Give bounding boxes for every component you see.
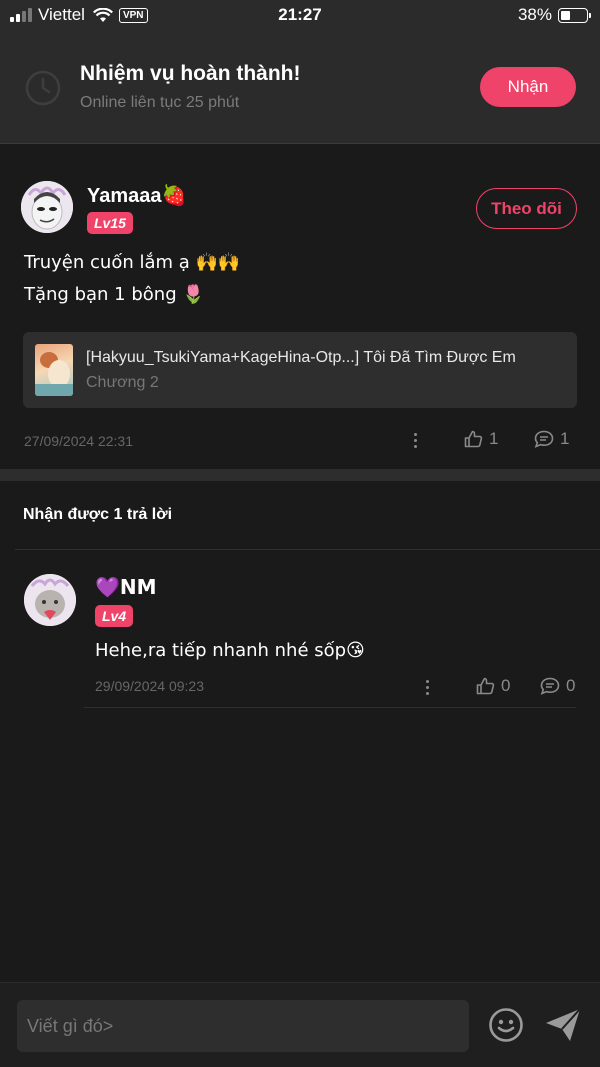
avatar-face-icon (21, 181, 73, 233)
more-options-icon[interactable] (414, 433, 418, 448)
thumbs-up-icon (464, 430, 483, 448)
avatar[interactable] (21, 181, 73, 233)
status-bar: Viettel VPN 21:27 38% (0, 0, 600, 32)
reply-like-button[interactable]: 0 (476, 676, 510, 696)
battery-icon (558, 7, 591, 23)
reply-reply-count: 0 (566, 676, 576, 695)
reply-count: 1 (560, 429, 570, 448)
section-divider (0, 469, 600, 481)
divider (84, 707, 576, 708)
status-right: 38% (517, 5, 591, 25)
task-banner: Nhiệm vụ hoàn thành! Online liên tục 25 … (0, 32, 600, 144)
thumbs-up-icon (476, 677, 495, 695)
emoji-icon[interactable] (488, 1007, 524, 1043)
like-button[interactable]: 1 (464, 429, 498, 449)
reply-avatar[interactable] (24, 574, 76, 626)
avatar-cat-icon (24, 574, 76, 626)
reply-text: Hehe,ra tiếp nhanh nhé sốp😘 (95, 640, 365, 661)
like-count: 1 (489, 429, 499, 448)
replies-header: Nhận được 1 trả lời (23, 506, 173, 523)
comment-icon (540, 677, 560, 695)
reply-timestamp: 29/09/2024 09:23 (95, 678, 204, 694)
story-reference-card[interactable]: [Hakyuu_TsukiYama+KageHina-Otp...] Tôi Đ… (23, 332, 577, 408)
claim-button[interactable]: Nhận (480, 67, 576, 107)
reply-level-badge: Lv4 (95, 605, 134, 627)
comment-composer (0, 982, 600, 1067)
reply-button[interactable]: 1 (534, 429, 569, 449)
task-title: Nhiệm vụ hoàn thành! (80, 62, 301, 85)
reply-more-options-icon[interactable] (426, 680, 430, 695)
story-cover-image (35, 344, 73, 396)
send-icon[interactable] (544, 1007, 582, 1043)
comment-input[interactable] (17, 1000, 469, 1052)
reply-username[interactable]: 💜NM (95, 575, 157, 599)
battery-percent: 38% (517, 5, 552, 24)
level-badge: Lv15 (87, 212, 133, 234)
reply-like-count: 0 (501, 676, 511, 695)
story-title: [Hakyuu_TsukiYama+KageHina-Otp...] Tôi Đ… (86, 349, 516, 366)
task-subtitle: Online liên tục 25 phút (80, 94, 240, 111)
reply-reply-button[interactable]: 0 (540, 676, 575, 696)
comment-username[interactable]: Yamaaa🍓 (87, 183, 186, 208)
comment-card: Yamaaa🍓 Lv15 Theo dõi Truyện cuốn lắm ạ … (0, 145, 600, 469)
story-chapter: Chương 2 (86, 374, 159, 391)
comment-icon (534, 430, 554, 448)
follow-button[interactable]: Theo dõi (476, 188, 577, 229)
clock: 21:27 (278, 5, 322, 24)
divider (15, 549, 600, 550)
comment-text-line-2: Tặng bạn 1 bông 🌷 (24, 284, 205, 305)
comment-text-line-1: Truyện cuốn lắm ạ 🙌🙌 (24, 252, 241, 273)
clock-icon (25, 70, 61, 106)
comment-timestamp: 27/09/2024 22:31 (24, 433, 133, 449)
